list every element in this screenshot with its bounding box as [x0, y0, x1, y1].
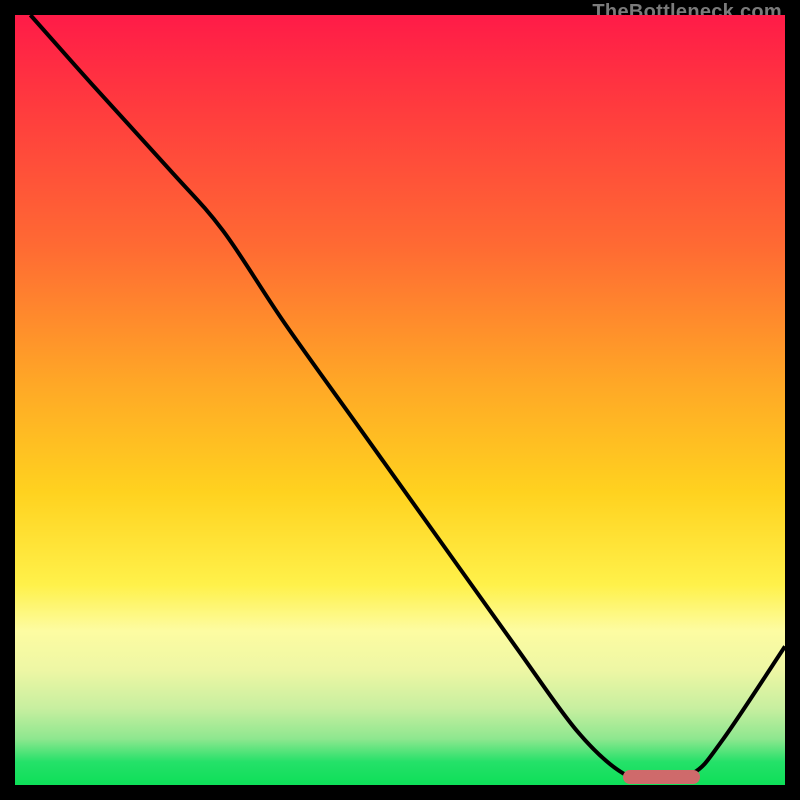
curve-path [30, 15, 785, 778]
bottleneck-curve [15, 15, 785, 785]
optimal-range-marker [623, 770, 700, 784]
chart-frame: TheBottleneck.com [15, 15, 785, 785]
